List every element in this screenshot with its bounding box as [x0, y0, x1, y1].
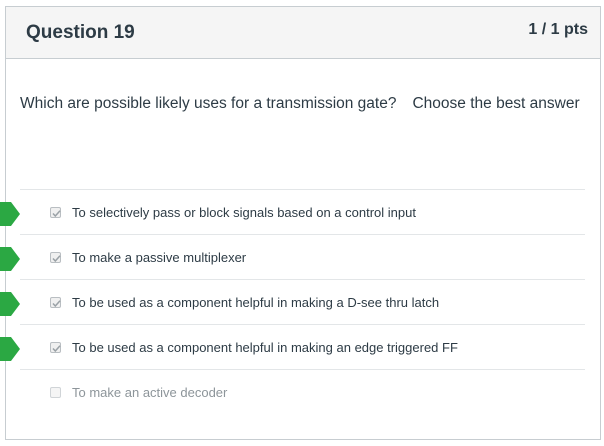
- question-points: 1 / 1 pts: [528, 21, 588, 38]
- question-title: Question 19: [26, 22, 135, 43]
- correct-answer-marker-icon: [0, 292, 20, 316]
- answer-checkbox[interactable]: [50, 387, 61, 398]
- answer-option-5: To make an active decoder: [20, 369, 585, 414]
- correct-answer-marker-icon: [0, 337, 20, 361]
- question-header: Question 19 1 / 1 pts: [6, 7, 600, 59]
- answer-option-1: To selectively pass or block signals bas…: [20, 189, 585, 234]
- question-text: Which are possible likely uses for a tra…: [20, 95, 580, 113]
- question-instruction: Choose the best answer: [412, 95, 580, 112]
- answer-option-2: To make a passive multiplexer: [20, 234, 585, 279]
- correct-answer-marker-icon: [0, 202, 20, 226]
- answer-label: To be used as a component helpful in mak…: [72, 340, 458, 355]
- answer-label: To make an active decoder: [72, 385, 228, 400]
- answer-checkbox[interactable]: [50, 207, 61, 218]
- answer-option-3: To be used as a component helpful in mak…: [20, 279, 585, 324]
- question-prompt: Which are possible likely uses for a tra…: [20, 95, 397, 112]
- answer-list: To selectively pass or block signals bas…: [20, 189, 585, 414]
- correct-answer-marker-icon: [0, 247, 20, 271]
- answer-checkbox[interactable]: [50, 342, 61, 353]
- answer-label: To selectively pass or block signals bas…: [72, 205, 416, 220]
- answer-label: To be used as a component helpful in mak…: [72, 295, 440, 310]
- answer-label: To make a passive multiplexer: [72, 250, 247, 265]
- answer-option-4: To be used as a component helpful in mak…: [20, 324, 585, 369]
- answer-checkbox[interactable]: [50, 252, 61, 263]
- answer-checkbox[interactable]: [50, 297, 61, 308]
